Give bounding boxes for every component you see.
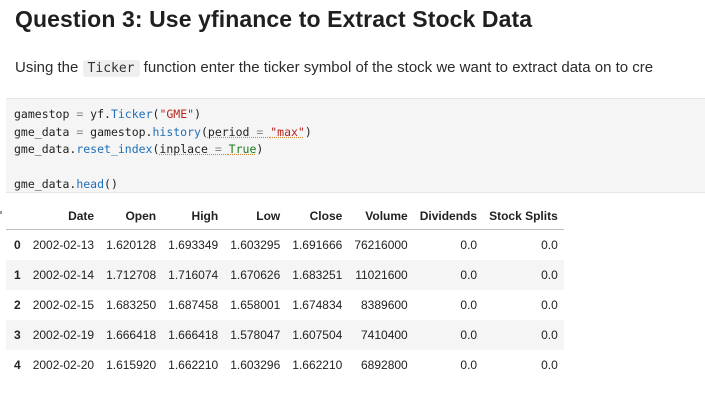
column-header-high: High	[162, 202, 225, 230]
cell-volume: 11021600	[355, 268, 408, 282]
column-header-date: Date	[26, 202, 101, 230]
cell-open: 1.666418	[106, 328, 157, 342]
table-row: 0 2002-02-13 1.620128 1.693349 1.603295 …	[6, 230, 564, 261]
cell-low: 1.578047	[230, 328, 281, 342]
row-index: 3	[14, 328, 21, 342]
cell-high: 1.666418	[168, 328, 219, 342]
description-text: Using the Ticker function enter the tick…	[15, 58, 705, 79]
cell-stock-splits: 0.0	[541, 238, 558, 252]
code-editor[interactable]: gamestop = yf.Ticker("GME") gme_data = g…	[14, 106, 312, 194]
cell-date: 2002-02-20	[32, 358, 95, 372]
column-header-dividends: Dividends	[413, 202, 484, 230]
table-row: 4 2002-02-20 1.615920 1.662210 1.603296 …	[6, 350, 564, 380]
description-text-before: Using the	[15, 59, 83, 76]
cell-volume: 76216000	[354, 238, 408, 252]
cell-date: 2002-02-13	[32, 238, 95, 252]
cell-open: 1.712708	[106, 268, 157, 282]
cell-stock-splits: 0.0	[541, 328, 558, 342]
cell-date: 2002-02-15	[32, 298, 95, 312]
cell-dividends: 0.0	[460, 358, 478, 372]
cell-open: 1.615920	[106, 358, 157, 372]
cell-volume: 6892800	[361, 358, 408, 372]
cell-date: 2002-02-19	[32, 328, 95, 342]
description-text-after: function enter the ticker symbol of the …	[139, 59, 654, 76]
column-header-low: Low	[224, 202, 287, 230]
table-header-row: Date Open High Low Close Volume Dividend…	[6, 202, 564, 230]
cell-dividends: 0.0	[460, 238, 478, 252]
cell-low: 1.670626	[230, 268, 281, 282]
cell-high: 1.662210	[168, 358, 219, 372]
cell-stock-splits: 0.0	[541, 268, 558, 282]
code-line-2: gme_data = gamestop.history(period = "ma…	[14, 124, 312, 139]
code-line-5: gme_data.head()	[14, 177, 118, 191]
table-row: 2 2002-02-15 1.683250 1.687458 1.658001 …	[6, 290, 564, 320]
cell-close: 1.607504	[292, 328, 343, 342]
cell-volume: 7410400	[361, 328, 408, 342]
column-header-stock-splits: Stock Splits	[483, 202, 564, 230]
code-line-1: gamestop = yf.Ticker("GME")	[14, 107, 201, 121]
cell-dividends: 0.0	[460, 268, 478, 282]
cell-low: 1.658001	[230, 298, 281, 312]
cell-stock-splits: 0.0	[541, 358, 558, 372]
section-heading: Question 3: Use yfinance to Extract Stoc…	[15, 6, 533, 32]
dataframe-output-table: Date Open High Low Close Volume Dividend…	[6, 202, 564, 380]
column-header-open: Open	[100, 202, 163, 230]
cell-dividends: 0.0	[460, 328, 478, 342]
cell-close: 1.674834	[292, 298, 343, 312]
cell-close: 1.662210	[292, 358, 343, 372]
code-line-3: gme_data.reset_index(inplace = True)	[14, 142, 264, 156]
row-index: 2	[14, 298, 21, 312]
cell-low: 1.603295	[230, 238, 281, 252]
row-index: 1	[14, 268, 21, 282]
table-row: 3 2002-02-19 1.666418 1.666418 1.578047 …	[6, 320, 564, 350]
column-header-close: Close	[286, 202, 349, 230]
table-row: 1 2002-02-14 1.712708 1.716074 1.670626 …	[6, 260, 564, 290]
inline-code-ticker: Ticker	[82, 60, 140, 77]
cell-close: 1.691666	[292, 238, 343, 252]
cell-high: 1.716074	[168, 268, 219, 282]
cell-dividends: 0.0	[460, 298, 478, 312]
cell-date: 2002-02-14	[32, 268, 95, 282]
cell-close: 1.683251	[292, 268, 343, 282]
column-header-index	[6, 202, 27, 230]
cell-high: 1.687458	[168, 298, 219, 312]
cell-open: 1.683250	[106, 298, 157, 312]
code-cell[interactable]: gamestop = yf.Ticker("GME") gme_data = g…	[6, 98, 705, 193]
cell-low: 1.603296	[230, 358, 281, 372]
cell-stock-splits: 0.0	[541, 298, 558, 312]
column-header-volume: Volume	[348, 202, 414, 230]
cell-open: 1.620128	[106, 238, 157, 252]
cell-volume: 8389600	[361, 298, 408, 312]
row-index: 0	[14, 238, 21, 252]
cell-edge-marker	[0, 211, 2, 214]
row-index: 4	[14, 358, 21, 372]
cell-high: 1.693349	[168, 238, 219, 252]
